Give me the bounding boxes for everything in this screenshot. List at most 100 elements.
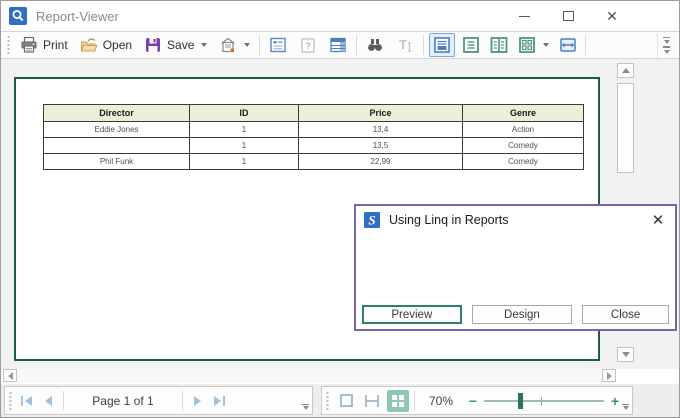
bookmarks-icon — [269, 36, 287, 54]
overflow-icon — [664, 40, 670, 44]
next-page-button[interactable] — [187, 391, 207, 411]
design-button[interactable]: Design — [472, 305, 573, 324]
nav-overflow-button[interactable] — [302, 404, 309, 411]
send-email-icon — [219, 36, 237, 54]
save-floppy-icon — [144, 36, 162, 54]
report-table: Director ID Price Genre Eddie Jones 1 13… — [43, 104, 584, 170]
arrow-right-icon — [607, 372, 612, 380]
zoom-separator — [414, 391, 415, 411]
zoom-single-page-button[interactable] — [335, 390, 357, 412]
first-page-button[interactable] — [17, 391, 37, 411]
cell-price: 22,99 — [299, 154, 463, 170]
zoom-slider-track[interactable] — [484, 400, 604, 402]
overflow-icon — [622, 404, 629, 406]
zoom-slider-center-tick — [541, 397, 542, 405]
view-two-pages-button[interactable] — [487, 34, 511, 56]
cell-director: Phil Funk — [44, 154, 190, 170]
scroll-up-button[interactable] — [617, 63, 634, 78]
send-email-button[interactable] — [213, 33, 256, 57]
arrow-up-icon — [622, 68, 630, 73]
view-continuous-button[interactable] — [459, 34, 483, 56]
vertical-scroll-thumb[interactable] — [617, 83, 634, 173]
view-single-page-button[interactable] — [429, 33, 455, 57]
previous-page-button[interactable] — [39, 391, 59, 411]
zoom-page-width-button[interactable] — [361, 390, 383, 412]
horizontal-scrollbar[interactable] — [3, 369, 616, 383]
zoom-out-button[interactable]: − — [464, 393, 482, 409]
column-header-id: ID — [190, 105, 299, 122]
table-row: 1 13,5 Comedy — [44, 138, 584, 154]
dialog-close-icon: ✕ — [652, 211, 665, 229]
close-button[interactable]: ✕ — [603, 6, 621, 26]
maximize-button[interactable] — [559, 6, 577, 26]
zoom-page-width-icon — [364, 394, 380, 408]
preview-button[interactable]: Preview — [362, 305, 462, 324]
multiple-pages-dropdown-icon — [543, 43, 549, 47]
overflow-icon — [663, 46, 670, 48]
nav-separator — [63, 391, 64, 411]
bookmarks-panel-button[interactable] — [263, 33, 293, 57]
dialog-close-action-button[interactable]: Close — [582, 305, 669, 324]
stimulsoft-logo-icon: S — [364, 212, 380, 228]
text-editor-button[interactable]: T — [390, 33, 420, 57]
overflow-icon — [303, 406, 309, 410]
scroll-down-button[interactable] — [617, 347, 634, 362]
table-header-row: Director ID Price Genre — [44, 105, 584, 122]
toolbar-separator — [356, 35, 357, 55]
toolbar-separator — [259, 35, 260, 55]
overflow-icon — [302, 404, 309, 406]
app-logo-icon — [9, 7, 27, 25]
minimize-button[interactable] — [515, 6, 533, 26]
data-table-panel-button[interactable] — [323, 33, 353, 57]
zoom-toolbar-grip[interactable] — [325, 392, 330, 410]
page-navigation-toolbar: Page 1 of 1 — [4, 386, 313, 415]
dialog-button-row: Preview Design Close — [362, 305, 669, 324]
table-row: Phil Funk 1 22,99 Comedy — [44, 154, 584, 170]
scroll-right-button[interactable] — [602, 369, 616, 382]
open-button[interactable]: Open — [74, 33, 138, 57]
print-button[interactable]: Print — [14, 33, 74, 57]
page-width-button[interactable] — [556, 34, 580, 56]
multiple-pages-view-icon — [518, 36, 536, 54]
linq-reports-dialog: S Using Linq in Reports ✕ Preview Design… — [354, 204, 677, 331]
cell-genre: Comedy — [463, 154, 584, 170]
print-label: Print — [43, 38, 68, 52]
zoom-multiple-pages-icon — [392, 395, 404, 407]
toolbar-overflow-button[interactable] — [657, 33, 675, 58]
window-controls: ✕ — [515, 6, 621, 26]
cell-director — [44, 138, 190, 154]
title-bar: Report-Viewer ✕ — [1, 1, 679, 31]
dialog-close-button[interactable]: ✕ — [649, 211, 667, 229]
nav-toolbar-grip[interactable] — [8, 392, 13, 410]
column-header-director: Director — [44, 105, 190, 122]
overflow-icon — [663, 37, 670, 39]
last-page-button[interactable] — [209, 391, 229, 411]
find-binoculars-icon — [366, 36, 384, 54]
table-row: Eddie Jones 1 13,4 Action — [44, 122, 584, 138]
save-button[interactable]: Save — [138, 33, 213, 57]
arrow-left-icon — [8, 372, 13, 380]
toolbar-separator — [423, 35, 424, 55]
arrow-down-icon — [622, 352, 630, 357]
column-header-genre: Genre — [463, 105, 584, 122]
cell-id: 1 — [190, 154, 299, 170]
save-dropdown-icon — [201, 43, 207, 47]
scroll-left-button[interactable] — [3, 369, 17, 382]
parameters-panel-button[interactable]: ? — [293, 33, 323, 57]
continuous-view-icon — [462, 36, 480, 54]
zoom-slider[interactable] — [484, 391, 604, 411]
open-folder-icon — [80, 36, 98, 54]
zoom-toolbar: 70% − + — [321, 386, 633, 415]
close-icon: ✕ — [606, 9, 618, 23]
single-page-view-icon — [433, 36, 451, 54]
zoom-multiple-pages-button[interactable] — [387, 390, 409, 412]
save-label: Save — [167, 38, 194, 52]
maximize-icon — [563, 11, 574, 21]
next-page-icon — [191, 395, 203, 407]
find-button[interactable] — [360, 33, 390, 57]
toolbar-grip[interactable] — [6, 36, 11, 54]
view-multiple-pages-button[interactable] — [515, 34, 552, 56]
overflow-icon — [623, 406, 629, 410]
zoom-slider-thumb[interactable] — [518, 393, 523, 409]
zoom-overflow-button[interactable] — [622, 404, 629, 411]
